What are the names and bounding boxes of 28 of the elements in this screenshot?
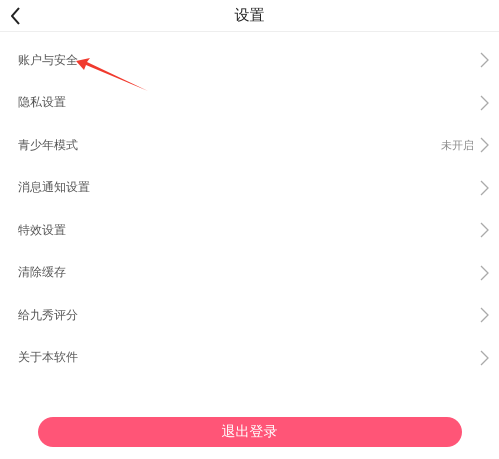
chevron-right-icon	[480, 307, 489, 324]
settings-row[interactable]: 账户与安全	[0, 39, 499, 82]
settings-row[interactable]: 清除缓存	[0, 252, 499, 294]
row-label: 青少年模式	[18, 136, 79, 154]
row-label: 消息通知设置	[18, 179, 91, 196]
chevron-right-icon	[480, 94, 489, 111]
settings-row[interactable]: 青少年模式 未开启	[0, 124, 499, 166]
row-label: 清除缓存	[18, 264, 67, 282]
row-label: 账户与安全	[18, 52, 79, 69]
chevron-right-icon	[480, 264, 489, 281]
chevron-right-icon	[480, 350, 489, 366]
back-icon	[11, 7, 21, 25]
settings-row[interactable]: 关于本软件	[0, 336, 499, 379]
chevron-right-icon	[480, 222, 489, 238]
chevron-right-icon	[480, 137, 489, 154]
settings-row[interactable]: 特效设置	[0, 209, 499, 252]
row-label: 隐私设置	[18, 94, 67, 112]
settings-row[interactable]: 消息通知设置	[0, 166, 499, 209]
row-label: 给九秀评分	[18, 306, 79, 324]
chevron-right-icon	[480, 52, 489, 68]
settings-row[interactable]: 隐私设置	[0, 82, 499, 124]
settings-row[interactable]: 给九秀评分	[0, 294, 499, 336]
page-title: 设置	[234, 6, 264, 25]
row-label: 关于本软件	[18, 349, 79, 366]
chevron-right-icon	[480, 180, 489, 196]
annotation-arrow	[76, 58, 148, 92]
row-label: 特效设置	[18, 222, 67, 239]
row-value: 未开启	[441, 138, 474, 153]
